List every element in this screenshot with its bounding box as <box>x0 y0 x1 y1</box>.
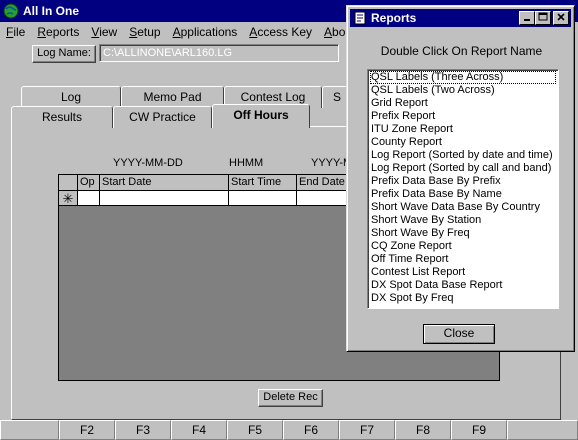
report-list[interactable]: QSL Labels (Three Across) QSL Labels (Tw… <box>367 69 559 309</box>
menu-view[interactable]: View <box>85 23 123 41</box>
function-key-blank <box>0 420 59 440</box>
function-key-blank-end <box>507 420 578 440</box>
report-item-county[interactable]: County Report <box>370 136 556 149</box>
column-header-start-date[interactable]: Start Date <box>100 175 229 191</box>
log-name-field[interactable]: C:\ALLINONE\ARL160.LG <box>99 44 339 62</box>
column-header-op[interactable]: Op <box>78 175 100 191</box>
report-item-qsl-two[interactable]: QSL Labels (Two Across) <box>370 84 556 97</box>
log-name-button[interactable]: Log Name: <box>32 45 96 63</box>
menu-setup[interactable]: Setup <box>123 23 166 41</box>
close-icon <box>557 13 565 21</box>
app-title: All In One <box>23 4 80 18</box>
function-key-f3[interactable]: F3 <box>115 420 171 440</box>
tab-cw-practice[interactable]: CW Practice <box>113 106 212 128</box>
report-item-prefix[interactable]: Prefix Report <box>370 110 556 123</box>
tab-off-hours[interactable]: Off Hours <box>212 104 310 128</box>
time-format-label: HHMM <box>229 157 264 169</box>
menu-reports[interactable]: Reports <box>31 23 85 41</box>
report-item-sw-country[interactable]: Short Wave Data Base By Country <box>370 201 556 214</box>
close-window-button[interactable] <box>553 11 569 25</box>
function-key-f9[interactable]: F9 <box>451 420 507 440</box>
menu-access-key[interactable]: Access Key <box>243 23 318 41</box>
menu-applications[interactable]: Applications <box>167 23 244 41</box>
maximize-icon <box>538 12 548 21</box>
report-item-contest-list[interactable]: Contest List Report <box>370 266 556 279</box>
function-key-f4[interactable]: F4 <box>171 420 227 440</box>
close-button[interactable]: Close <box>423 324 495 344</box>
new-row-start-time-cell[interactable] <box>229 191 297 206</box>
minimize-button[interactable] <box>519 11 535 25</box>
tab-memo-pad[interactable]: Memo Pad <box>121 86 224 108</box>
maximize-button[interactable] <box>535 11 551 25</box>
minimize-icon <box>524 19 530 21</box>
reports-dialog: Reports Double Click On Report Name QSL … <box>346 5 575 352</box>
report-item-qsl-three[interactable]: QSL Labels (Three Across) <box>370 71 556 84</box>
report-item-prefix-db-prefix[interactable]: Prefix Data Base By Prefix <box>370 175 556 188</box>
reports-dialog-title: Reports <box>371 11 417 25</box>
function-key-f6[interactable]: F6 <box>283 420 339 440</box>
function-key-f5[interactable]: F5 <box>227 420 283 440</box>
report-item-dx-spot-freq[interactable]: DX Spot By Freq <box>370 292 556 305</box>
function-key-f2[interactable]: F2 <box>59 420 115 440</box>
column-header-start-time[interactable]: Start Time <box>229 175 297 191</box>
report-item-sw-freq[interactable]: Short Wave By Freq <box>370 227 556 240</box>
function-key-bar: F2 F3 F4 F5 F6 F7 F8 F9 <box>0 420 578 440</box>
report-item-prefix-db-name[interactable]: Prefix Data Base By Name <box>370 188 556 201</box>
report-item-log-call[interactable]: Log Report (Sorted by call and band) <box>370 162 556 175</box>
date-format-label: YYYY-MM-DD <box>113 157 183 169</box>
delete-rec-button[interactable]: Delete Rec <box>258 389 323 407</box>
report-item-sw-station[interactable]: Short Wave By Station <box>370 214 556 227</box>
new-row-start-date-cell[interactable] <box>100 191 229 206</box>
report-item-grid[interactable]: Grid Report <box>370 97 556 110</box>
tab-results[interactable]: Results <box>11 106 113 128</box>
function-key-f7[interactable]: F7 <box>339 420 395 440</box>
report-item-itu-zone[interactable]: ITU Zone Report <box>370 123 556 136</box>
new-row-op-cell[interactable] <box>78 191 100 206</box>
report-icon <box>354 11 366 25</box>
report-item-log-date[interactable]: Log Report (Sorted by date and time) <box>370 149 556 162</box>
report-item-off-time[interactable]: Off Time Report <box>370 253 556 266</box>
menu-file[interactable]: File <box>0 23 31 41</box>
report-item-cq-zone[interactable]: CQ Zone Report <box>370 240 556 253</box>
dialog-instruction: Double Click On Report Name <box>380 44 543 58</box>
reports-dialog-titlebar[interactable]: Reports <box>350 9 571 27</box>
tab-log[interactable]: Log <box>21 86 121 108</box>
globe-icon <box>3 3 19 19</box>
new-row-marker[interactable]: ✳ <box>59 191 78 206</box>
grid-corner <box>59 175 78 191</box>
report-item-dx-spot-db[interactable]: DX Spot Data Base Report <box>370 279 556 292</box>
function-key-f8[interactable]: F8 <box>395 420 451 440</box>
